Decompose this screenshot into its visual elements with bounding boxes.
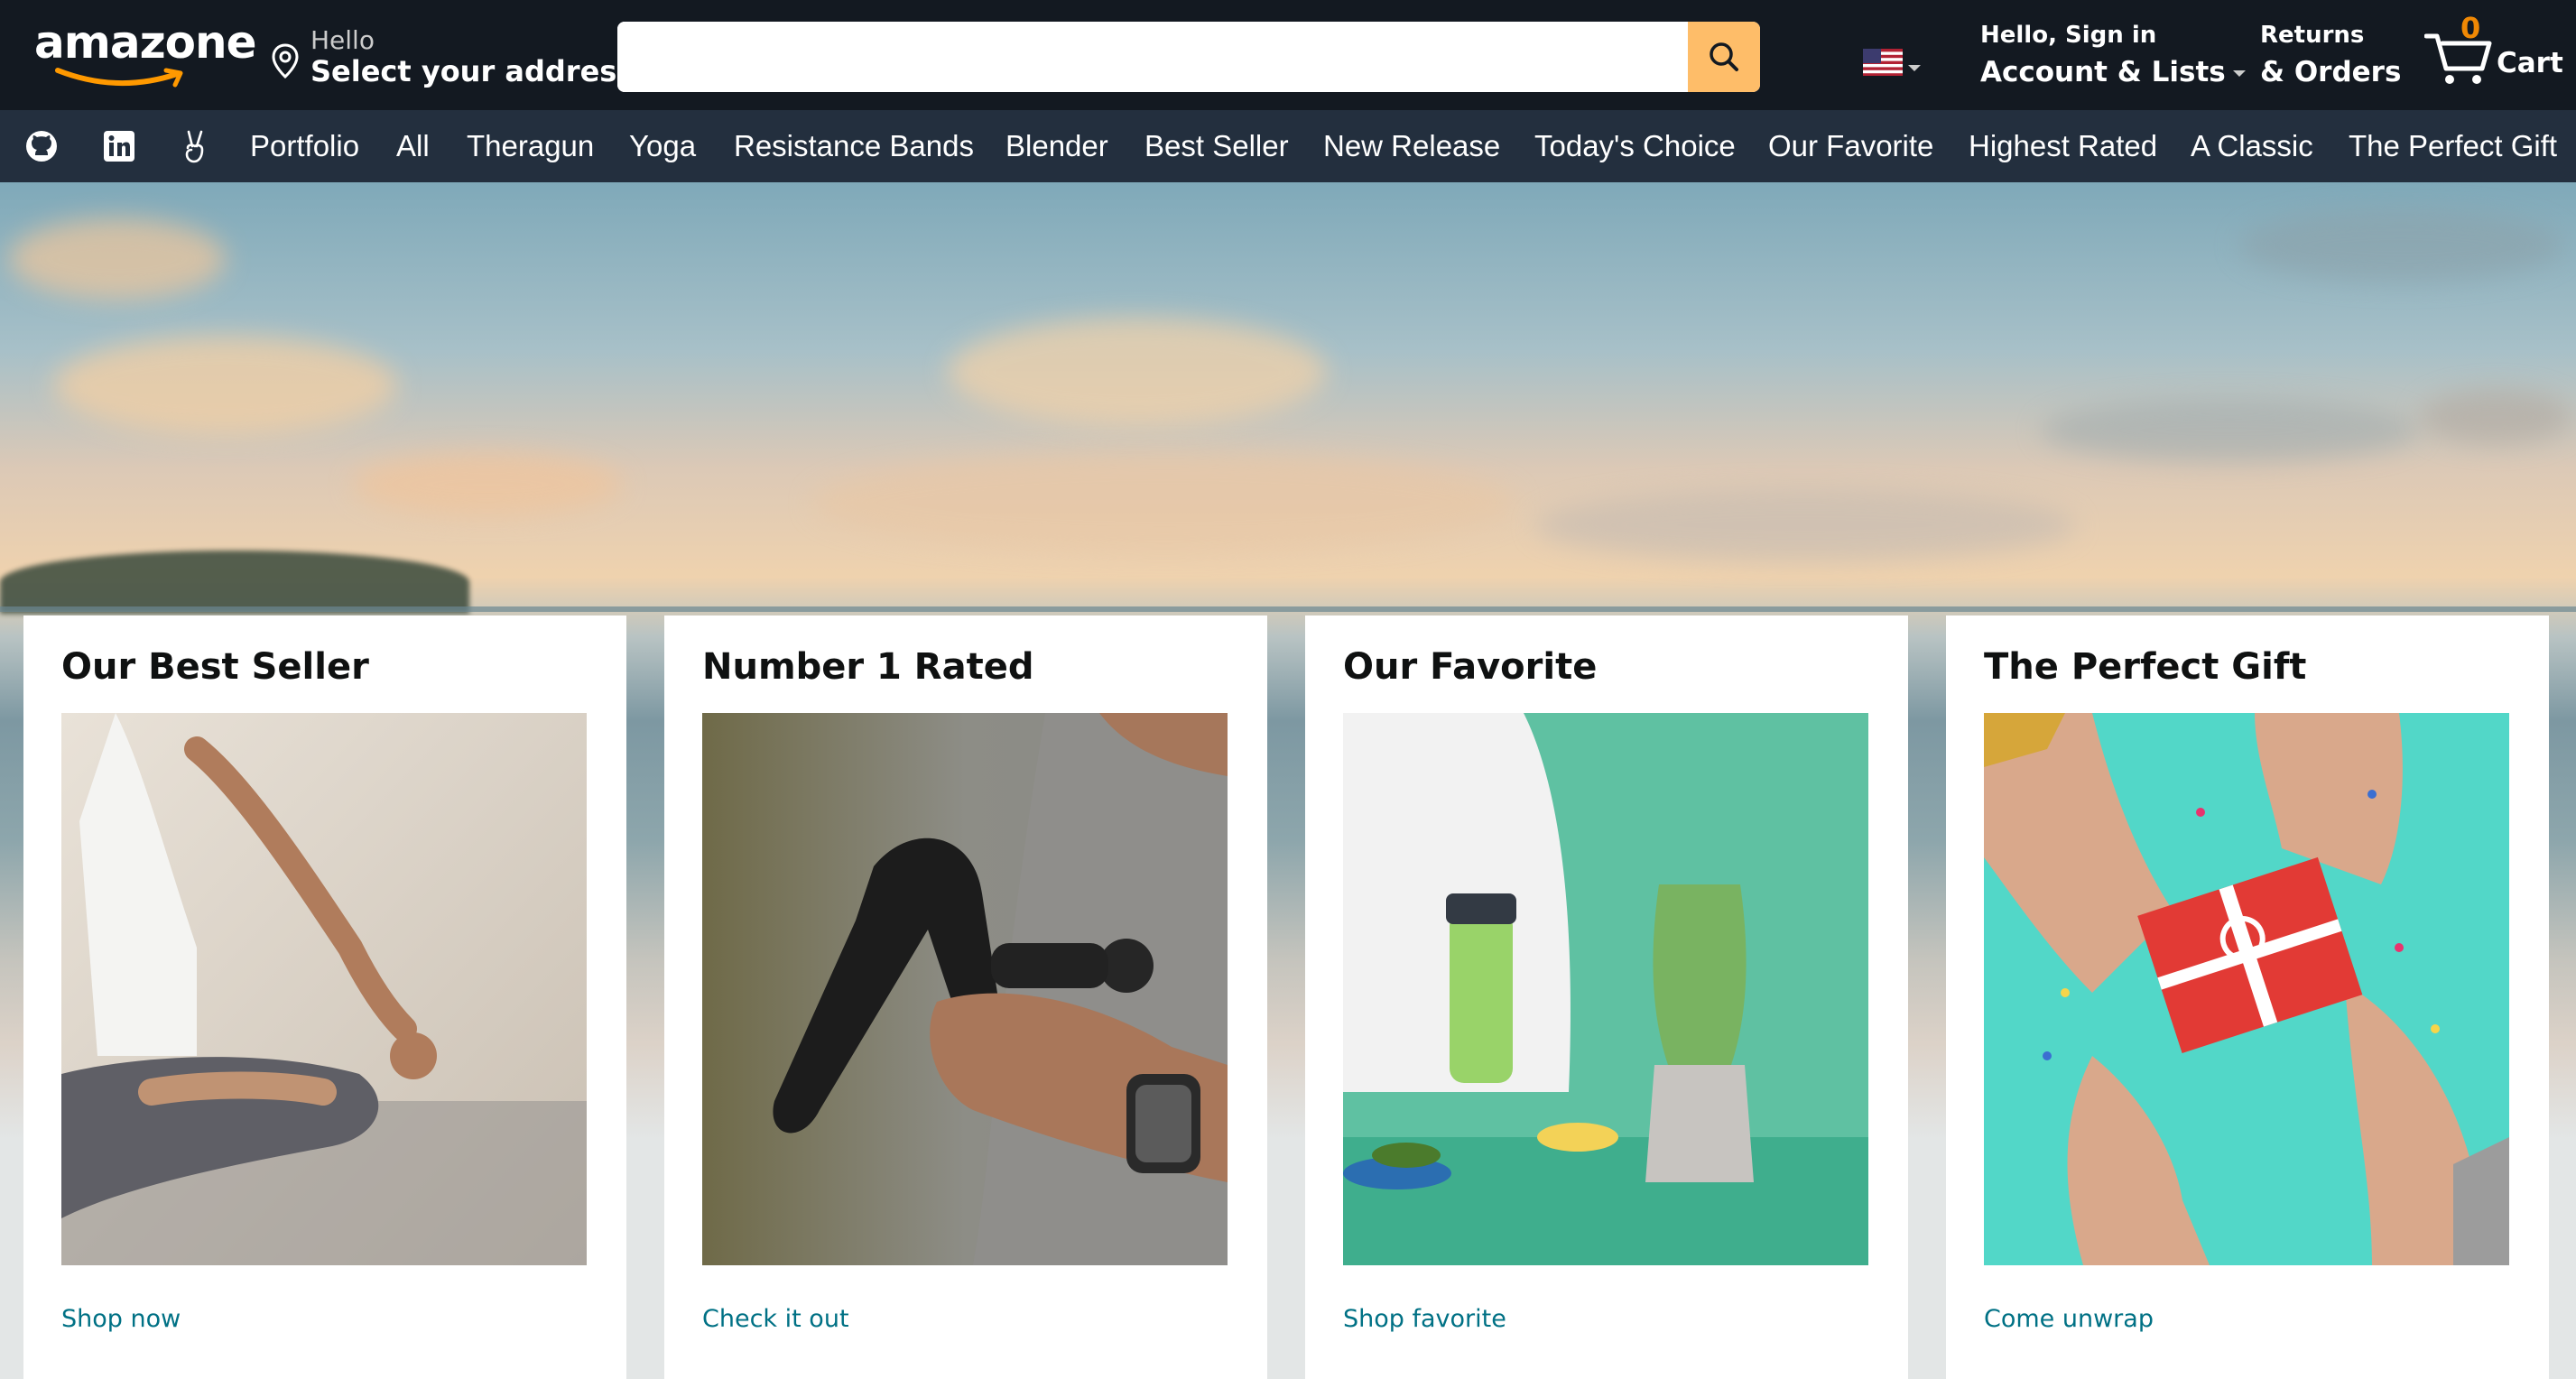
nav-link-new-release[interactable]: New Release	[1323, 110, 1500, 182]
nav-link-all[interactable]: All	[396, 110, 430, 182]
product-card: Our Favorite Shop favorite	[1305, 615, 1908, 1379]
card-title: The Perfect Gift	[1984, 646, 2307, 688]
cart-icon	[2424, 33, 2492, 84]
peace-hand-icon[interactable]	[177, 128, 213, 164]
nav-link-portfolio[interactable]: Portfolio	[250, 110, 359, 182]
come-unwrap-link[interactable]: Come unwrap	[1984, 1305, 2154, 1333]
cloud	[2419, 390, 2572, 444]
cloud	[54, 336, 397, 435]
category-nav: Portfolio All Theragun Yoga Resistance B…	[0, 110, 2576, 182]
logo-text: amazone	[34, 16, 257, 69]
cloud	[352, 453, 623, 516]
cloud	[1534, 489, 2076, 561]
account-label-text: Account & Lists	[1980, 56, 2226, 88]
nav-link-resistance-bands[interactable]: Resistance Bands	[734, 110, 974, 182]
linkedin-icon[interactable]	[101, 128, 137, 164]
chevron-down-icon	[2232, 70, 2246, 77]
logo-smile-icon	[55, 68, 183, 88]
theragun-massage-image[interactable]	[702, 713, 1228, 1265]
github-icon[interactable]	[23, 128, 60, 164]
palm-island	[0, 551, 469, 614]
chevron-down-icon	[1908, 65, 1921, 71]
nav-link-highest-rated[interactable]: Highest Rated	[1969, 110, 2157, 182]
orders-label: & Orders	[2260, 56, 2402, 88]
nav-link-theragun[interactable]: Theragun	[467, 110, 594, 182]
address-prompt: Select your address	[310, 54, 635, 88]
search-button[interactable]	[1688, 22, 1760, 92]
returns-orders[interactable]: Returns & Orders	[2260, 22, 2401, 88]
nav-link-the-perfect-gift[interactable]: The Perfect Gift	[2349, 110, 2557, 182]
product-card: Our Best Seller Shop now	[23, 615, 626, 1379]
horizon-line	[0, 606, 2576, 612]
card-title: Our Favorite	[1343, 646, 1598, 688]
cloud	[812, 453, 1516, 552]
account-greeting: Hello, Sign in	[1980, 22, 2157, 49]
account-lists[interactable]: Hello, Sign in Account & Lists	[1980, 22, 2246, 88]
nav-link-yoga[interactable]: Yoga	[629, 110, 696, 182]
amazon-logo[interactable]: amazone	[34, 16, 257, 92]
location-pin-icon	[272, 43, 299, 79]
card-title: Our Best Seller	[61, 646, 369, 688]
gift-box-hands-image[interactable]	[1984, 713, 2509, 1265]
cloud	[2040, 399, 2419, 462]
nutribullet-blender-image[interactable]	[1343, 713, 1868, 1265]
cart-button[interactable]: 0 Cart	[2424, 11, 2563, 92]
cart-label: Cart	[2497, 47, 2563, 79]
top-header: amazone Hello Select your address Hello,…	[0, 0, 2576, 110]
nav-link-blender[interactable]: Blender	[1005, 110, 1108, 182]
search-input[interactable]	[617, 22, 1688, 92]
account-label: Account & Lists	[1980, 56, 2246, 88]
language-selector[interactable]	[1863, 49, 1921, 79]
card-title: Number 1 Rated	[702, 646, 1034, 688]
shop-now-link[interactable]: Shop now	[61, 1305, 181, 1333]
product-card: The Perfect Gift Come unwrap	[1946, 615, 2549, 1379]
address-greeting: Hello	[310, 25, 375, 55]
nav-link-best-seller[interactable]: Best Seller	[1144, 110, 1289, 182]
returns-label: Returns	[2260, 22, 2365, 49]
nav-link-a-classic[interactable]: A Classic	[2191, 110, 2313, 182]
cloud	[2238, 209, 2563, 282]
nav-link-our-favorite[interactable]: Our Favorite	[1768, 110, 1933, 182]
search-bar	[617, 22, 1760, 92]
shop-favorite-link[interactable]: Shop favorite	[1343, 1305, 1506, 1333]
cart-count: 0	[2460, 11, 2481, 45]
search-icon	[1710, 42, 1738, 71]
cloud	[9, 218, 226, 300]
us-flag-icon	[1863, 49, 1903, 76]
check-it-out-link[interactable]: Check it out	[702, 1305, 849, 1333]
yoga-meditation-image[interactable]	[61, 713, 587, 1265]
nav-link-todays-choice[interactable]: Today's Choice	[1534, 110, 1736, 182]
product-card: Number 1 Rated Check it out	[664, 615, 1267, 1379]
cloud	[948, 318, 1327, 426]
